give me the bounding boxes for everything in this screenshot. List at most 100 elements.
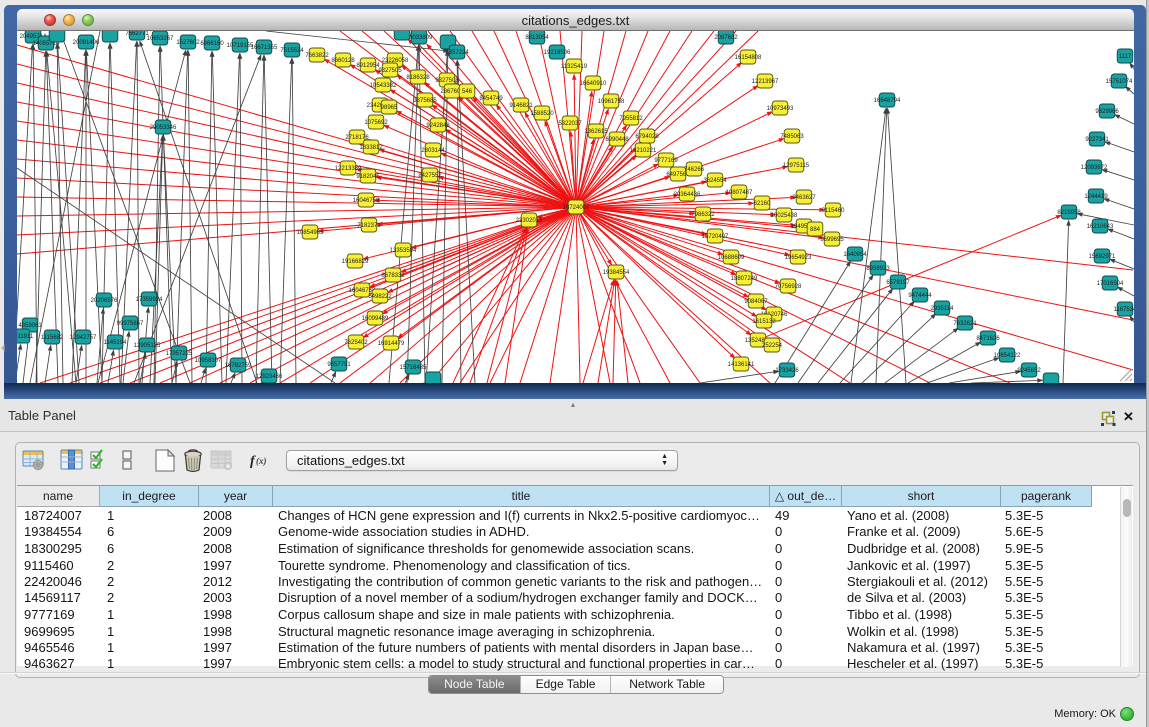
svg-text:15692971: 15692971: [1089, 254, 1116, 260]
svg-text:19166829: 19166829: [342, 259, 369, 265]
svg-text:6966160: 6966160: [200, 41, 224, 47]
svg-text:16648794: 16648794: [874, 98, 901, 104]
svg-text:5322037: 5322037: [558, 121, 582, 127]
svg-text:9327505: 9327505: [378, 68, 402, 74]
svg-text:16046758: 16046758: [353, 198, 380, 204]
svg-text:7515524: 7515524: [280, 48, 304, 54]
svg-text:16671355: 16671355: [251, 45, 278, 51]
svg-text:10653267: 10653267: [147, 36, 174, 42]
svg-text:6579197: 6579197: [886, 280, 910, 286]
svg-text:5498222: 5498222: [368, 294, 392, 300]
svg-text:17016504: 17016504: [1097, 281, 1124, 287]
svg-text:9245652: 9245652: [1017, 368, 1041, 374]
svg-text:14136141: 14136141: [728, 362, 755, 368]
svg-text:2803144: 2803144: [421, 148, 445, 154]
svg-text:8186328: 8186328: [406, 75, 430, 81]
svg-text:884: 884: [810, 227, 821, 233]
svg-text:3875685: 3875685: [413, 98, 437, 104]
svg-text:546: 546: [462, 89, 473, 95]
svg-text:16914479: 16914479: [378, 341, 405, 347]
svg-text:12942757: 12942757: [70, 335, 97, 341]
svg-text:1588520: 1588520: [530, 111, 554, 117]
svg-text:1640954: 1640954: [843, 252, 867, 258]
svg-text:9657791: 9657791: [327, 362, 351, 368]
svg-text:6990448: 6990448: [605, 137, 629, 143]
svg-text:1833812: 1833812: [359, 145, 383, 151]
svg-text:1115682: 1115682: [41, 335, 64, 341]
svg-text:12905135: 12905135: [134, 343, 161, 349]
svg-text:9777169: 9777169: [654, 158, 678, 164]
svg-text:(x): (x): [256, 456, 267, 466]
svg-text:2935114: 2935114: [931, 306, 955, 312]
svg-text:12923466: 12923466: [256, 374, 283, 380]
svg-text:15720407: 15720407: [702, 234, 729, 240]
svg-text:7625402: 7625402: [344, 340, 368, 346]
svg-text:1167534: 1167534: [1114, 307, 1134, 313]
svg-text:15716485: 15716485: [400, 365, 427, 371]
svg-text:12975115: 12975115: [783, 163, 810, 169]
svg-text:18807249: 18807249: [731, 276, 758, 282]
svg-text:1117: 1117: [1119, 54, 1132, 60]
svg-text:18724007: 18724007: [563, 205, 590, 211]
svg-text:12093872: 12093872: [1081, 165, 1108, 171]
svg-text:1244419: 1244419: [1084, 194, 1108, 200]
svg-text:4859061: 4859061: [18, 323, 42, 329]
svg-text:70756928: 70756928: [775, 284, 802, 290]
svg-text:8427552: 8427552: [418, 173, 442, 179]
svg-text:8660128: 8660128: [331, 58, 355, 64]
svg-text:29053346: 29053346: [150, 125, 177, 131]
svg-text:8912954: 8912954: [356, 63, 380, 69]
svg-text:8215958: 8215958: [1057, 210, 1081, 216]
svg-text:10543382: 10543382: [370, 83, 397, 89]
svg-text:2087682: 2087682: [714, 35, 738, 41]
svg-text:1362615: 1362615: [584, 129, 608, 135]
svg-text:3624554: 3624554: [703, 178, 727, 184]
svg-text:10854963: 10854963: [297, 230, 324, 236]
svg-text:99975867: 99975867: [117, 321, 144, 327]
svg-text:7986322: 7986322: [691, 212, 715, 218]
svg-text:8813054: 8813054: [525, 35, 549, 41]
svg-text:17359924: 17359924: [136, 297, 163, 303]
svg-text:16782759: 16782759: [225, 363, 252, 369]
svg-text:10654122: 10654122: [994, 353, 1021, 359]
svg-text:19384554: 19384554: [603, 270, 630, 276]
svg-text:13353594: 13353594: [390, 248, 417, 254]
svg-text:10807487: 10807487: [726, 190, 753, 196]
svg-text:9227341: 9227341: [1085, 137, 1109, 143]
svg-text:9182045: 9182045: [356, 174, 380, 180]
svg-text:8938923: 8938923: [866, 266, 890, 272]
svg-text:7357224: 7357224: [445, 50, 469, 56]
svg-text:10958107: 10958107: [195, 358, 222, 364]
svg-text:9474444: 9474444: [908, 293, 932, 299]
svg-text:7182371: 7182371: [357, 223, 381, 229]
svg-text:9115460: 9115460: [822, 208, 846, 214]
svg-text:7663822: 7663822: [305, 53, 329, 59]
svg-text:1615132: 1615132: [752, 319, 776, 325]
svg-text:746266: 746266: [684, 167, 705, 173]
svg-text:20206576: 20206576: [91, 298, 118, 304]
svg-text:7955812: 7955812: [619, 116, 643, 122]
svg-text:9084067: 9084067: [744, 299, 768, 305]
svg-text:20364436: 20364436: [674, 192, 701, 198]
svg-text:8454749: 8454749: [479, 96, 503, 102]
svg-text:19218506: 19218506: [544, 50, 571, 56]
svg-text:8678332: 8678332: [381, 273, 405, 279]
svg-text:7485063: 7485063: [780, 134, 804, 140]
svg-text:1075692: 1075692: [364, 120, 388, 126]
svg-text:16640910: 16640910: [580, 81, 607, 87]
svg-text:1145194: 1145194: [104, 340, 128, 346]
svg-text:9329966: 9329966: [1095, 109, 1119, 115]
svg-text:1527602: 1527602: [176, 40, 200, 46]
svg-text:16210221: 16210221: [630, 148, 657, 154]
svg-text:9146821: 9146821: [509, 103, 533, 109]
svg-text:23302015: 23302015: [516, 218, 543, 224]
svg-text:17957225: 17957225: [166, 351, 193, 357]
svg-text:20091406: 20091406: [73, 40, 100, 46]
svg-text:12213389: 12213389: [335, 166, 362, 172]
svg-text:7632621: 7632621: [953, 321, 977, 327]
svg-text:19654923: 19654923: [785, 255, 812, 261]
svg-text:16154808: 16154808: [735, 55, 762, 61]
svg-text:10025438: 10025438: [771, 213, 798, 219]
svg-text:16210643: 16210643: [1087, 224, 1114, 230]
svg-text:98965: 98965: [381, 105, 398, 111]
